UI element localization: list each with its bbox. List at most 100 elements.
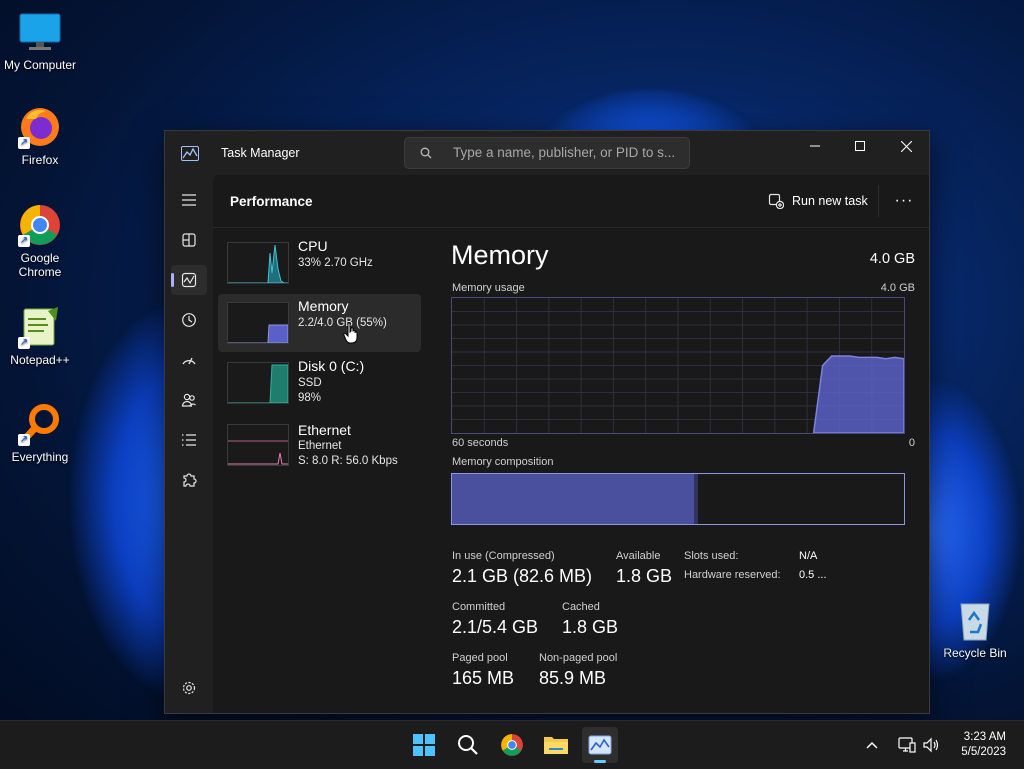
taskbar-search-button[interactable] bbox=[450, 727, 486, 763]
nav-users[interactable] bbox=[171, 385, 207, 415]
magnifier-icon: ↗ bbox=[18, 402, 62, 446]
slots-used-label: Slots used: bbox=[684, 550, 739, 562]
perf-item-name: Memory bbox=[298, 298, 349, 314]
nav-app-history[interactable] bbox=[171, 305, 207, 335]
cpu-thumbnail-graph bbox=[227, 242, 289, 284]
in-use-label: In use (Compressed) bbox=[452, 550, 555, 562]
clock-date: 5/5/2023 bbox=[961, 746, 1006, 758]
taskbar-task-manager-button[interactable] bbox=[582, 727, 618, 763]
taskbar-clock[interactable]: 3:23 AM 5/5/2023 bbox=[961, 730, 1006, 760]
memory-composition-label: Memory composition bbox=[452, 456, 554, 468]
perf-item-ethernet[interactable]: Ethernet Ethernet S: 8.0 R: 56.0 Kbps bbox=[218, 420, 421, 478]
committed-value: 2.1/5.4 GB bbox=[452, 617, 539, 637]
more-options-button[interactable]: ··· bbox=[889, 187, 919, 215]
processes-icon bbox=[182, 233, 196, 247]
performance-list: CPU 33% 2.70 GHz Memory 2.2/4.0 GB (55%)… bbox=[213, 228, 428, 712]
navigation-rail bbox=[165, 175, 213, 713]
show-hidden-icons-button[interactable] bbox=[866, 721, 878, 769]
task-manager-window: Task Manager Type a name, publisher, or … bbox=[164, 130, 930, 714]
nav-startup-apps[interactable] bbox=[171, 345, 207, 375]
search-input[interactable] bbox=[451, 144, 685, 161]
desktop-icon-notepadpp[interactable]: ↗ Notepad++ bbox=[0, 305, 80, 367]
notepadpp-icon: ↗ bbox=[18, 305, 62, 349]
memory-thumbnail-graph bbox=[227, 302, 289, 344]
shortcut-arrow-icon: ↗ bbox=[18, 337, 30, 349]
perf-item-disk[interactable]: Disk 0 (C:) SSD 98% bbox=[218, 354, 421, 412]
network-status-button[interactable] bbox=[898, 721, 916, 769]
nav-processes[interactable] bbox=[171, 225, 207, 255]
shortcut-arrow-icon: ↗ bbox=[18, 137, 30, 149]
speaker-icon bbox=[923, 737, 939, 753]
search-icon bbox=[458, 735, 478, 755]
taskbar-file-explorer-button[interactable] bbox=[538, 727, 574, 763]
hamburger-menu-button[interactable] bbox=[171, 185, 207, 215]
memory-usage-chart bbox=[452, 298, 905, 434]
search-box[interactable] bbox=[404, 137, 690, 169]
content-area: Performance Run new task ··· CPU 33% 2.7… bbox=[213, 175, 929, 713]
nav-performance[interactable] bbox=[171, 265, 207, 295]
desktop-icon-chrome[interactable]: ↗ Google Chrome bbox=[0, 203, 80, 279]
task-manager-icon bbox=[588, 735, 612, 755]
memory-heading: Memory bbox=[451, 240, 549, 270]
desktop-icon-label: Notepad++ bbox=[10, 353, 70, 367]
run-new-task-button[interactable]: Run new task bbox=[768, 187, 868, 215]
nav-services[interactable] bbox=[171, 465, 207, 495]
chrome-icon bbox=[501, 734, 523, 756]
perf-item-name: Ethernet bbox=[298, 422, 351, 438]
taskbar: 3:23 AM 5/5/2023 bbox=[0, 720, 1024, 769]
perf-item-detail: SSD bbox=[298, 377, 322, 389]
chrome-icon: ↗ bbox=[18, 203, 62, 247]
hardware-reserved-value: 0.5 ... bbox=[799, 569, 827, 581]
perf-item-detail: 33% 2.70 GHz bbox=[298, 257, 373, 269]
chevron-up-icon bbox=[866, 741, 878, 749]
paged-pool-label: Paged pool bbox=[452, 652, 508, 664]
close-button[interactable] bbox=[883, 131, 929, 161]
memory-composition-bar bbox=[451, 473, 905, 525]
performance-icon bbox=[181, 272, 197, 288]
windows-logo-icon bbox=[413, 734, 435, 756]
clock-time: 3:23 AM bbox=[963, 731, 1006, 743]
maximize-button[interactable] bbox=[837, 131, 883, 161]
graph-time-start-label: 60 seconds bbox=[452, 437, 509, 449]
shortcut-arrow-icon: ↗ bbox=[18, 434, 30, 446]
firefox-icon: ↗ bbox=[18, 105, 62, 149]
nav-settings[interactable] bbox=[171, 673, 207, 703]
perf-item-cpu[interactable]: CPU 33% 2.70 GHz bbox=[218, 234, 421, 292]
perf-item-detail: Ethernet bbox=[298, 440, 342, 452]
desktop-icon-recycle-bin[interactable]: Recycle Bin bbox=[935, 598, 1015, 660]
puzzle-icon bbox=[183, 473, 197, 487]
run-new-task-label: Run new task bbox=[792, 194, 868, 208]
desktop-icon-label: Recycle Bin bbox=[943, 646, 1007, 660]
desktop-icon-my-computer[interactable]: My Computer bbox=[0, 10, 80, 72]
shortcut-arrow-icon: ↗ bbox=[18, 235, 30, 247]
memory-usage-label: Memory usage bbox=[452, 282, 525, 294]
folder-icon bbox=[544, 737, 568, 754]
toolbar-divider bbox=[878, 185, 879, 217]
cached-value: 1.8 GB bbox=[562, 617, 619, 637]
speedometer-icon bbox=[182, 357, 196, 365]
minimize-icon bbox=[810, 145, 820, 147]
cached-label: Cached bbox=[562, 601, 600, 613]
window-title: Task Manager bbox=[221, 146, 300, 160]
maximize-icon bbox=[855, 141, 865, 151]
volume-button[interactable] bbox=[922, 721, 940, 769]
memory-usage-area bbox=[812, 355, 905, 434]
perf-item-memory[interactable]: Memory 2.2/4.0 GB (55%) bbox=[218, 294, 421, 352]
desktop-icon-everything[interactable]: ↗ Everything bbox=[0, 402, 80, 464]
minimize-button[interactable] bbox=[792, 131, 838, 161]
available-label: Available bbox=[616, 550, 661, 562]
paged-pool-value: 165 MB bbox=[452, 668, 515, 688]
desktop-icon-firefox[interactable]: ↗ Firefox bbox=[0, 105, 80, 167]
taskbar-chrome-button[interactable] bbox=[494, 727, 530, 763]
nav-details[interactable] bbox=[171, 425, 207, 455]
hand-cursor-icon bbox=[343, 322, 358, 344]
history-icon bbox=[182, 313, 196, 327]
title-bar[interactable]: Task Manager bbox=[165, 131, 929, 175]
start-button[interactable] bbox=[406, 727, 442, 763]
memory-modified-segment bbox=[693, 474, 698, 524]
perf-item-name: Disk 0 (C:) bbox=[298, 358, 365, 374]
memory-detail-panel: Memory 4.0 GB Memory usage 4.0 GB 60 sec… bbox=[451, 228, 915, 708]
memory-total: 4.0 GB bbox=[869, 251, 915, 267]
desktop-icon-label: Google Chrome bbox=[18, 251, 62, 279]
close-icon bbox=[900, 140, 912, 152]
